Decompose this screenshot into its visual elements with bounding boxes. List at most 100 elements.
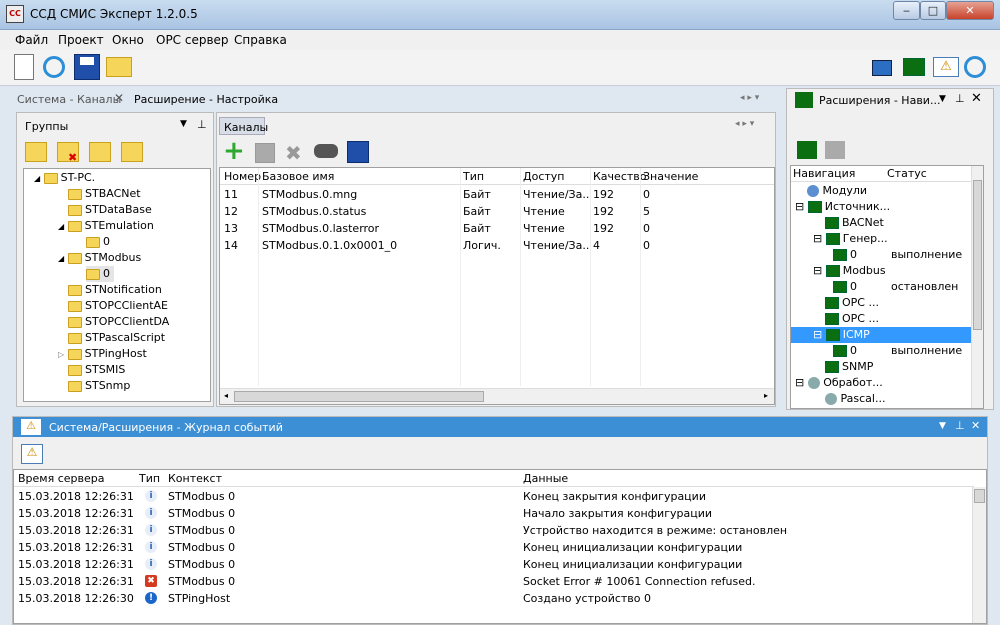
open-folder-icon[interactable] xyxy=(106,57,132,77)
menu-project[interactable]: Проект xyxy=(58,33,104,47)
nav-item[interactable]: ⊟ Modbus xyxy=(813,263,886,279)
nav-item[interactable]: 0 выполнение xyxy=(833,343,983,359)
save-icon[interactable] xyxy=(74,54,100,80)
table-row[interactable]: 11 STModbus.0.mng Байт Чтение/За... 192 … xyxy=(220,186,774,203)
tab-scroll-icon[interactable]: ◂ ▸ ▾ xyxy=(740,93,759,103)
horizontal-scrollbar[interactable]: ◂ ▸ xyxy=(220,388,774,404)
col-number[interactable]: Номер xyxy=(224,170,261,183)
table-row[interactable]: 13 STModbus.0.lasterror Байт Чтение 192 … xyxy=(220,220,774,237)
nav-item[interactable]: SNMP xyxy=(825,359,873,375)
tree-item[interactable]: ◢ STEmulation xyxy=(58,218,154,234)
new-file-icon[interactable] xyxy=(14,54,34,80)
log-dropdown-icon[interactable]: ▼ xyxy=(939,421,946,431)
add-channel-icon[interactable]: + xyxy=(223,138,245,164)
delete-group-icon[interactable]: ✖ xyxy=(57,142,79,164)
nav-item[interactable]: ⊟ Генер... xyxy=(813,231,888,247)
close-button[interactable]: ✕ xyxy=(946,1,994,20)
menu-help[interactable]: Справка xyxy=(234,33,287,47)
menu-window[interactable]: Окно xyxy=(112,33,144,47)
col-base-name[interactable]: Базовое имя xyxy=(262,170,334,183)
log-close-icon[interactable]: ✕ xyxy=(971,419,980,432)
module-icon[interactable] xyxy=(903,58,925,76)
log-row[interactable]: 15.03.2018 12:26:31 i STModbus 0 Начало зак… xyxy=(14,505,970,522)
tree-item[interactable]: STSMIS xyxy=(68,362,125,378)
col-quality[interactable]: Качество xyxy=(593,170,647,183)
tree-item[interactable]: STDataBase xyxy=(68,202,152,218)
scrollbar-thumb[interactable] xyxy=(234,391,484,402)
tree-root[interactable]: ◢ ST-PC. xyxy=(34,170,95,186)
log-time: 15.03.2018 12:26:31 xyxy=(18,558,134,571)
group-settings-icon[interactable] xyxy=(121,142,143,162)
nav-close-icon[interactable]: ✕ xyxy=(971,91,982,106)
col-type[interactable]: Тип xyxy=(139,472,160,485)
channels-tab[interactable]: Каналы xyxy=(219,117,268,135)
nav-item[interactable]: OPC ... xyxy=(825,311,879,327)
log-vertical-scrollbar[interactable] xyxy=(972,487,986,623)
log-row[interactable]: 15.03.2018 12:26:31 i STModbus 0 Конец закр… xyxy=(14,488,970,505)
table-row[interactable]: 14 STModbus.0.1.0x0001_0 Логич. Чтение/З… xyxy=(220,237,774,254)
groups-dropdown-icon[interactable]: ▼ xyxy=(180,119,187,129)
col-server-time[interactable]: Время сервера xyxy=(18,472,104,485)
save-channels-icon[interactable] xyxy=(347,141,369,163)
nav-item-selected[interactable]: ⊟ ICMP xyxy=(791,327,971,343)
add-group-icon[interactable] xyxy=(25,142,47,162)
log-row[interactable]: 15.03.2018 12:26:31 ✖ STModbus 0 Socket Err… xyxy=(14,573,970,590)
col-data[interactable]: Данные xyxy=(523,472,568,485)
copy-channel-icon[interactable] xyxy=(255,143,275,163)
menu-file[interactable]: Файл xyxy=(15,33,48,47)
nav-item[interactable]: ⊟ Источник... xyxy=(795,199,890,215)
delete-channel-icon[interactable]: ✖ xyxy=(285,141,302,165)
minimize-button[interactable]: ‒ xyxy=(893,1,920,20)
log-row[interactable]: 15.03.2018 12:26:31 i STModbus 0 Конец иниц… xyxy=(14,539,970,556)
update-icon[interactable] xyxy=(964,56,986,78)
tree-item[interactable]: STSnmp xyxy=(68,378,130,394)
col-navigation[interactable]: Навигация xyxy=(793,167,855,180)
channels-tab-scroll-icon[interactable]: ◂ ▸ ▾ xyxy=(735,119,754,129)
tree-item[interactable]: STBACNet xyxy=(68,186,141,202)
log-row[interactable]: 15.03.2018 12:26:31 i STModbus 0 Устройство… xyxy=(14,522,970,539)
col-status[interactable]: Статус xyxy=(887,167,927,180)
tab-extension-settings[interactable]: Расширение - Настройка xyxy=(134,93,278,106)
log-row[interactable]: 15.03.2018 12:26:31 i STModbus 0 Конец иниц… xyxy=(14,556,970,573)
col-access[interactable]: Доступ xyxy=(523,170,564,183)
nav-item[interactable]: 0 остановлен xyxy=(833,279,983,295)
add-module-icon[interactable] xyxy=(797,141,817,159)
tree-item-selected[interactable]: 0 xyxy=(86,266,114,282)
nav-item[interactable]: 0 выполнение xyxy=(833,247,983,263)
tree-item[interactable]: ◢ STModbus xyxy=(58,250,141,266)
menu-opc-server[interactable]: OPC сервер xyxy=(156,33,229,47)
table-row[interactable]: 12 STModbus.0.status Байт Чтение 192 5 xyxy=(220,203,774,220)
tree-item[interactable]: STOPCClientAE xyxy=(68,298,168,314)
col-type[interactable]: Тип xyxy=(463,170,484,183)
tree-item[interactable]: STOPCClientDA xyxy=(68,314,169,330)
nav-item[interactable]: Pascal... xyxy=(825,391,885,407)
nav-item[interactable]: OPC ... xyxy=(825,295,879,311)
col-context[interactable]: Контекст xyxy=(168,472,222,485)
tree-item[interactable]: ▷ STPingHost xyxy=(58,346,147,362)
tree-item[interactable]: STNotification xyxy=(68,282,162,298)
remove-module-icon[interactable] xyxy=(825,141,845,159)
maximize-button[interactable]: □ xyxy=(920,1,946,20)
warning-log-icon[interactable]: ⚠ xyxy=(933,57,959,77)
nav-item[interactable]: ⊟ Обработ... xyxy=(795,375,883,391)
cell-type: Байт xyxy=(463,222,491,235)
refresh-icon[interactable] xyxy=(43,56,65,78)
log-row[interactable]: 15.03.2018 12:26:30! STPingHost Создано ус… xyxy=(14,590,970,607)
nav-item[interactable]: Модули xyxy=(807,183,867,199)
windows-icon[interactable] xyxy=(872,60,892,76)
edit-group-icon[interactable] xyxy=(89,142,111,162)
log-pin-icon[interactable]: ⊥ xyxy=(955,419,965,432)
tree-item[interactable]: 0 xyxy=(86,234,110,250)
nav-pin-icon[interactable]: ⊥ xyxy=(955,92,965,105)
tab-extensions-navigation[interactable]: Расширения - Нави... xyxy=(819,94,940,107)
binoculars-icon[interactable] xyxy=(314,144,338,158)
nav-dropdown-icon[interactable]: ▼ xyxy=(939,94,946,104)
tree-item[interactable]: STPascalScript xyxy=(68,330,165,346)
tab-system-channels[interactable]: Система - Каналы xyxy=(17,93,121,106)
nav-item[interactable]: BACNet xyxy=(825,215,884,231)
tab-close-icon[interactable]: ✕ xyxy=(114,91,124,105)
col-value[interactable]: Значение xyxy=(643,170,698,183)
pin-icon[interactable]: ⊥ xyxy=(197,118,207,131)
nav-vertical-scrollbar[interactable] xyxy=(971,166,983,408)
log-settings-icon[interactable]: ⚠ xyxy=(21,444,43,464)
